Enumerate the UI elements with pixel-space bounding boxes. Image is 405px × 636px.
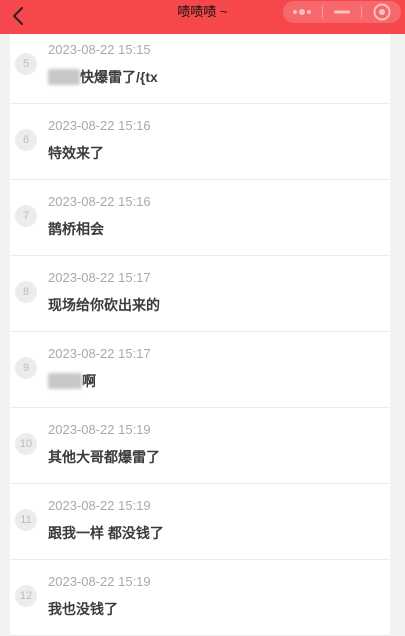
message-text: 我也没钱了	[48, 601, 118, 617]
message-timestamp: 2023-08-22 15:17	[48, 346, 151, 361]
message-timestamp: 2023-08-22 15:19	[48, 422, 151, 437]
target-circle-icon	[373, 3, 391, 21]
message-index-badge: 5	[15, 53, 37, 75]
message-text-row: 啊	[48, 371, 96, 391]
nav-bar: 啧啧啧 ~	[0, 0, 405, 34]
message-timestamp: 2023-08-22 15:16	[48, 118, 151, 133]
message-timestamp: 2023-08-22 15:19	[48, 574, 151, 589]
message-index-badge: 9	[15, 357, 37, 379]
message-index-badge: 6	[15, 129, 37, 151]
list-item[interactable]: 8 2023-08-22 15:17 现场给你砍出来的	[10, 256, 390, 332]
message-text: 其他大哥都爆雷了	[48, 449, 160, 465]
minus-icon	[334, 10, 350, 14]
list-item[interactable]: 7 2023-08-22 15:16 鹊桥相会	[10, 180, 390, 256]
redacted-blur	[48, 69, 80, 85]
more-button[interactable]	[283, 1, 322, 23]
message-list: 5 2023-08-22 15:15 快爆雷了/{tx 6 2023-08-22…	[10, 34, 390, 636]
message-index-badge: 11	[15, 509, 37, 531]
message-timestamp: 2023-08-22 15:15	[48, 42, 151, 57]
message-text: 鹊桥相会	[48, 221, 104, 237]
message-text: 特效来了	[48, 145, 104, 161]
list-item[interactable]: 9 2023-08-22 15:17 啊	[10, 332, 390, 408]
message-text: 现场给你砍出来的	[48, 297, 160, 313]
message-index-badge: 7	[15, 205, 37, 227]
message-timestamp: 2023-08-22 15:16	[48, 194, 151, 209]
message-text: 快爆雷了/{tx	[80, 69, 158, 85]
list-item[interactable]: 6 2023-08-22 15:16 特效来了	[10, 104, 390, 180]
list-item[interactable]: 5 2023-08-22 15:15 快爆雷了/{tx	[10, 34, 390, 104]
message-text: 跟我一样 都没钱了	[48, 525, 164, 541]
redacted-blur	[48, 373, 82, 389]
mini-program-capsule	[283, 1, 401, 23]
close-button[interactable]	[362, 1, 401, 23]
message-index-badge: 8	[15, 281, 37, 303]
list-item[interactable]: 12 2023-08-22 15:19 我也没钱了	[10, 560, 390, 636]
message-timestamp: 2023-08-22 15:17	[48, 270, 151, 285]
minimize-button[interactable]	[323, 1, 362, 23]
message-text-row: 快爆雷了/{tx	[48, 67, 158, 87]
message-index-badge: 10	[15, 433, 37, 455]
more-dots-icon	[293, 9, 312, 15]
list-item[interactable]: 10 2023-08-22 15:19 其他大哥都爆雷了	[10, 408, 390, 484]
message-index-badge: 12	[15, 585, 37, 607]
list-item[interactable]: 11 2023-08-22 15:19 跟我一样 都没钱了	[10, 484, 390, 560]
message-text: 啊	[82, 373, 96, 389]
message-timestamp: 2023-08-22 15:19	[48, 498, 151, 513]
